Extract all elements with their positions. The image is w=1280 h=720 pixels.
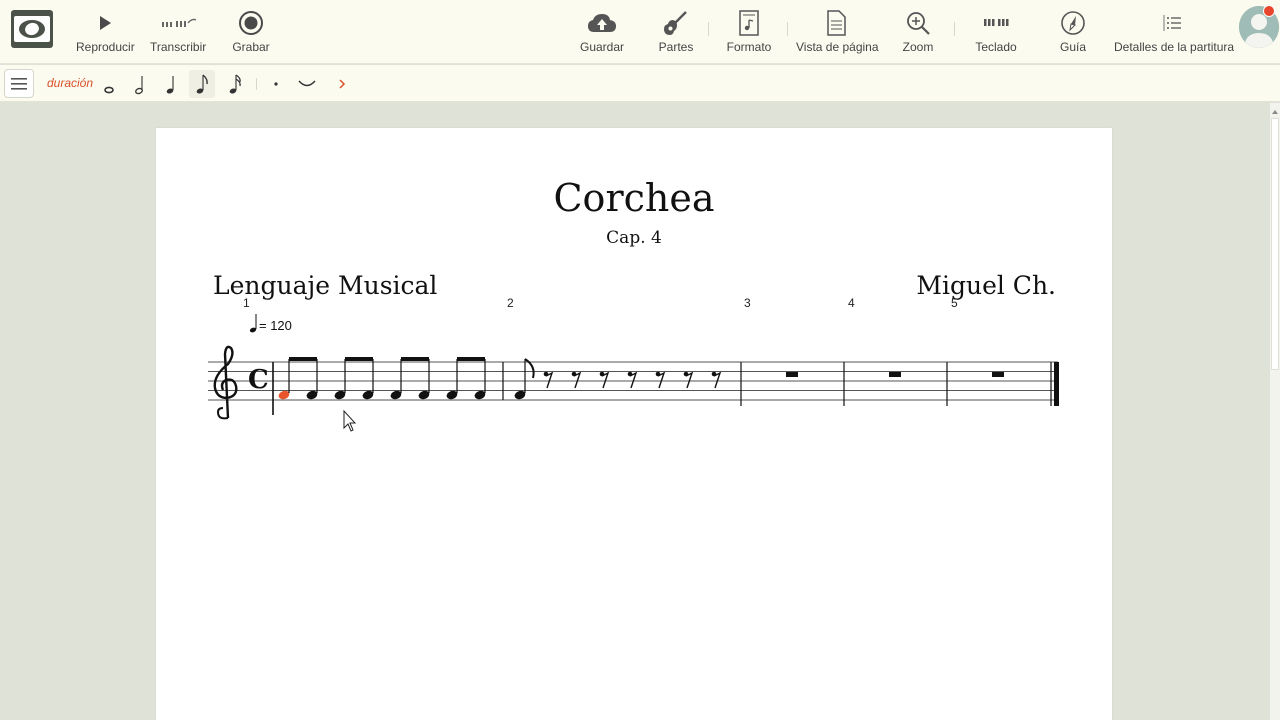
measure-number: 3 (744, 296, 751, 310)
play-icon (76, 6, 134, 40)
chevron-right-icon[interactable] (329, 70, 355, 98)
parts-label: Partes (658, 40, 694, 54)
transcribe-button[interactable]: Transcribir (150, 6, 206, 60)
eighth-note-group[interactable] (333, 357, 374, 401)
time-signature: C (248, 365, 269, 395)
toolbar-divider (954, 22, 955, 36)
final-barline (1054, 362, 1059, 406)
record-button[interactable]: Grabar (230, 6, 272, 60)
measure-number: 1 (243, 296, 250, 310)
eighth-note-group[interactable] (277, 357, 318, 401)
score-composer[interactable]: Miguel Ch. (916, 271, 1056, 300)
toolbar-divider (256, 78, 257, 90)
duration-label: duración (47, 76, 94, 90)
measure-number: 4 (848, 296, 855, 310)
eighth-note[interactable] (513, 358, 535, 401)
transcribe-icon (150, 6, 206, 40)
whole-note-icon[interactable] (96, 70, 122, 98)
zoom-button[interactable]: Zoom (898, 6, 938, 60)
guide-button[interactable]: Guía (1054, 6, 1092, 60)
measure-number: 2 (507, 296, 514, 310)
toolbar-divider (787, 22, 788, 36)
page-view-button[interactable]: Vista de página (796, 6, 879, 60)
whole-rest[interactable] (992, 372, 1004, 377)
app-logo-icon[interactable] (11, 10, 53, 48)
eighth-rest[interactable] (683, 371, 694, 389)
whole-rest[interactable] (786, 372, 798, 377)
eighth-note-icon[interactable] (189, 70, 215, 98)
record-icon (230, 6, 272, 40)
format-button[interactable]: Formato (724, 6, 774, 60)
score-subtitle[interactable]: Cap. 4 (156, 228, 1112, 248)
play-label: Reproducir (76, 40, 135, 54)
tie-icon[interactable] (294, 70, 320, 98)
save-label: Guardar (579, 40, 625, 54)
score-title[interactable]: Corchea (156, 176, 1112, 220)
score-page[interactable]: Corchea Cap. 4 Lenguaje Musical Miguel C… (156, 128, 1112, 720)
quarter-note-icon (249, 314, 257, 333)
eighth-rest[interactable] (711, 371, 722, 389)
quarter-note-icon[interactable] (158, 70, 184, 98)
zoom-label: Zoom (902, 40, 934, 54)
eighth-rest[interactable] (655, 371, 666, 389)
transcribe-label: Transcribir (150, 40, 207, 54)
notification-badge (1263, 5, 1275, 17)
toolbar-divider (708, 22, 709, 36)
format-label: Formato (726, 40, 772, 54)
staff-system[interactable]: C (156, 338, 1112, 438)
note-input-toolbar: duración (0, 65, 1280, 102)
eighth-note-group[interactable] (389, 357, 430, 401)
guitar-icon (654, 6, 698, 40)
page-view-icon (796, 6, 876, 40)
tempo-marking[interactable]: = 120 (249, 312, 292, 334)
piano-keyboard-icon (972, 6, 1020, 40)
eighth-rest[interactable] (571, 371, 582, 389)
compass-icon (1054, 6, 1092, 40)
keyboard-button[interactable]: Teclado (972, 6, 1020, 60)
main-toolbar: Reproducir Transcribir Grabar Guardar Pa… (0, 0, 1280, 64)
record-label: Grabar (232, 40, 270, 54)
zoom-icon (898, 6, 938, 40)
scroll-up-arrow-icon[interactable] (1271, 104, 1279, 114)
list-details-icon (1114, 6, 1230, 40)
sixteenth-note-icon[interactable] (222, 70, 248, 98)
page-view-label: Vista de página (796, 40, 879, 54)
score-details-button[interactable]: Detalles de la partitura (1114, 6, 1235, 60)
dot-icon[interactable] (263, 70, 289, 98)
guide-label: Guía (1059, 40, 1086, 54)
treble-clef-icon (213, 345, 238, 420)
whole-rest[interactable] (889, 372, 901, 377)
cloud-upload-icon (578, 6, 626, 40)
eighth-rest[interactable] (627, 371, 638, 389)
score-details-label: Detalles de la partitura (1114, 40, 1235, 54)
mouse-cursor-icon (343, 409, 357, 432)
save-button[interactable]: Guardar (578, 6, 626, 60)
play-button[interactable]: Reproducir (76, 6, 135, 60)
keyboard-label: Teclado (975, 40, 1017, 54)
scrollbar-thumb[interactable] (1271, 118, 1279, 370)
hamburger-menu-icon[interactable] (4, 69, 34, 98)
half-note-icon[interactable] (127, 70, 153, 98)
eighth-note-group[interactable] (445, 357, 486, 401)
eighth-rest[interactable] (599, 371, 610, 389)
eighth-rest[interactable] (543, 371, 554, 389)
format-icon (724, 6, 774, 40)
tempo-value: = 120 (259, 318, 292, 333)
measure-number: 5 (951, 296, 958, 310)
parts-button[interactable]: Partes (654, 6, 698, 60)
